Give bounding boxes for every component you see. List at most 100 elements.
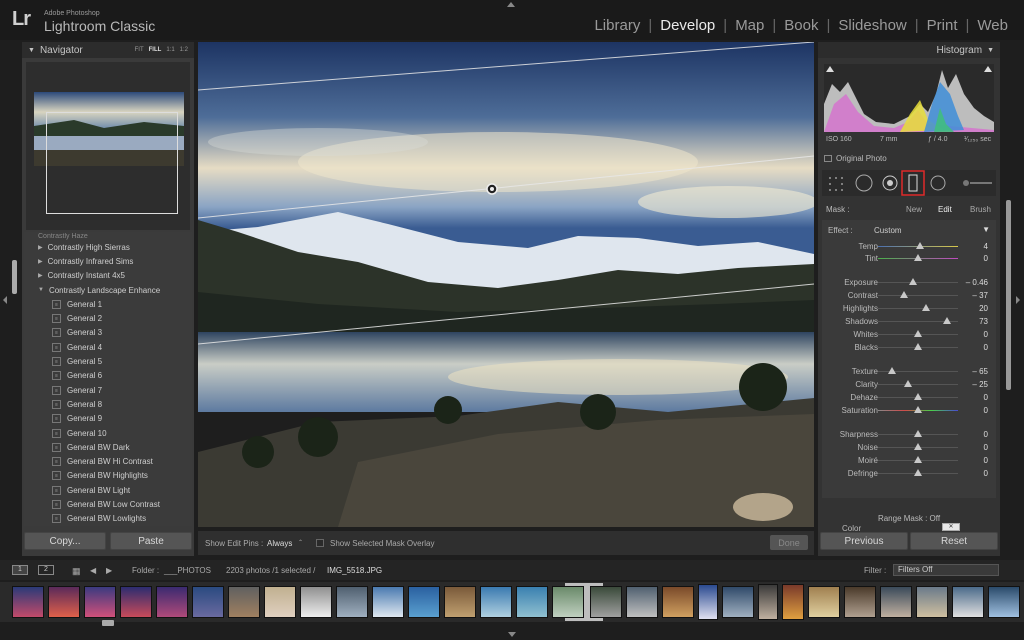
filmstrip-thumbnail[interactable]: [120, 586, 152, 618]
filmstrip-thumbnail[interactable]: [782, 584, 804, 620]
slider-value[interactable]: 0: [984, 393, 988, 402]
filmstrip-thumbnail[interactable]: [722, 586, 754, 618]
copy-button[interactable]: Copy...: [24, 532, 106, 550]
filmstrip-thumbnail[interactable]: [48, 586, 80, 618]
zoom-1-2[interactable]: 1:2: [180, 47, 188, 53]
filmstrip-thumbnail[interactable]: [952, 586, 984, 618]
page-1-button[interactable]: 1: [12, 565, 28, 575]
slider-knob[interactable]: [909, 278, 918, 285]
spot-removal-icon[interactable]: [852, 172, 874, 194]
filter-select[interactable]: Filters Off: [893, 564, 999, 576]
preset-item[interactable]: ≡ General BW Hi Contrast: [24, 454, 192, 468]
filmstrip-thumbnail[interactable]: [916, 586, 948, 618]
effect-select[interactable]: Custom: [874, 226, 902, 235]
filmstrip-thumbnail[interactable]: [662, 586, 694, 618]
filmstrip-thumbnail[interactable]: [480, 586, 512, 618]
slider-exposure[interactable]: Exposure – 0.46: [822, 276, 996, 288]
preset-item[interactable]: ≡ General 5: [24, 354, 192, 368]
slider-knob[interactable]: [914, 443, 922, 450]
slider-contrast[interactable]: Contrast – 37: [822, 289, 996, 301]
slider-value[interactable]: 0: [984, 254, 988, 263]
done-button[interactable]: Done: [770, 535, 808, 550]
preset-item[interactable]: ≡ General 8: [24, 397, 192, 411]
preset-item[interactable]: ≡ General 3: [24, 326, 192, 340]
slider-knob[interactable]: [914, 254, 922, 261]
filmstrip-thumbnail[interactable]: [156, 586, 188, 618]
preset-item[interactable]: ≡ General 1: [24, 297, 192, 311]
slider-value[interactable]: 0: [984, 456, 988, 465]
filename-select[interactable]: IMG_5518.JPG: [327, 566, 382, 575]
preset-item[interactable]: ≡ General BW Low Contrast: [24, 497, 192, 511]
module-map[interactable]: Map: [727, 17, 772, 34]
filmstrip-thumbnail[interactable]: [758, 584, 778, 620]
preset-folder[interactable]: ▶ Contrastly Instant 4x5: [24, 269, 192, 283]
mask-brush-button[interactable]: Brush: [970, 205, 991, 214]
slider-value[interactable]: 4: [984, 242, 988, 251]
module-web[interactable]: Web: [969, 17, 1016, 34]
slider-value[interactable]: 20: [979, 304, 988, 313]
radial-filter-icon[interactable]: [928, 172, 950, 194]
filmstrip-thumbnail[interactable]: [84, 586, 116, 618]
navigator-header[interactable]: ▼ Navigator FIT FILL 1:1 1:2: [22, 42, 194, 58]
preset-item[interactable]: ≡ General 6: [24, 369, 192, 383]
slider-temp[interactable]: Temp 4: [822, 240, 996, 252]
preset-item[interactable]: ≡ General 7: [24, 383, 192, 397]
slider-track[interactable]: [878, 384, 958, 385]
slider-knob[interactable]: [922, 304, 930, 311]
slider-knob[interactable]: [914, 406, 922, 413]
red-eye-icon[interactable]: [878, 172, 900, 194]
filmstrip-thumbnail[interactable]: [552, 586, 584, 618]
right-panel-scrollbar[interactable]: [1006, 200, 1011, 390]
arrow-right-icon[interactable]: ▶: [106, 566, 112, 575]
slider-track[interactable]: [878, 308, 958, 309]
adjustment-brush-icon[interactable]: [954, 172, 994, 194]
slider-shadows[interactable]: Shadows 73: [822, 315, 996, 327]
preset-item[interactable]: ≡ General BW Light: [24, 483, 192, 497]
preset-item[interactable]: ≡ General 4: [24, 340, 192, 354]
slider-track[interactable]: [878, 282, 958, 283]
collapse-top-arrow-icon[interactable]: [507, 2, 515, 7]
preset-item[interactable]: ≡ General BW Highlights: [24, 469, 192, 483]
filmstrip-thumbnail[interactable]: [880, 586, 912, 618]
original-photo-toggle[interactable]: Original Photo: [824, 154, 887, 163]
filmstrip-thumbnail[interactable]: [590, 586, 622, 618]
filmstrip-thumbnail[interactable]: [12, 586, 44, 618]
preset-folder[interactable]: ▶ Contrastly Infrared Sims: [24, 254, 192, 268]
main-photo[interactable]: [198, 42, 814, 527]
module-library[interactable]: Library: [586, 17, 648, 34]
shadow-clip-icon[interactable]: [826, 66, 834, 72]
filmstrip-thumbnail[interactable]: [808, 586, 840, 618]
slider-knob[interactable]: [914, 393, 922, 400]
slider-knob[interactable]: [914, 456, 922, 463]
zoom-fit[interactable]: FIT: [135, 47, 144, 53]
range-mask-select[interactable]: Range Mask : Off: [822, 514, 996, 528]
mask-new-button[interactable]: New: [906, 205, 922, 214]
filmstrip-thumbnail[interactable]: [228, 586, 260, 618]
triangle-down-icon[interactable]: ▼: [982, 225, 990, 234]
preset-folder[interactable]: ▶ Contrastly High Sierras: [24, 240, 192, 254]
filmstrip-thumbnail[interactable]: [264, 586, 296, 618]
slider-knob[interactable]: [915, 242, 924, 249]
left-panel-handle[interactable]: [12, 260, 17, 294]
slider-knob[interactable]: [903, 380, 912, 387]
arrow-left-icon[interactable]: ◀: [90, 566, 96, 575]
highlight-clip-icon[interactable]: [984, 66, 992, 72]
mask-edit-button[interactable]: Edit: [938, 205, 952, 214]
slider-noise[interactable]: Noise 0: [822, 441, 996, 453]
preset-item[interactable]: ≡ General BW Dark: [24, 440, 192, 454]
filmstrip-thumbnail[interactable]: [698, 584, 718, 620]
preset-item[interactable]: ≡ General 2: [24, 311, 192, 325]
slider-knob[interactable]: [914, 430, 922, 437]
slider-knob[interactable]: [887, 367, 896, 374]
slider-whites[interactable]: Whites 0: [822, 328, 996, 340]
filmstrip-thumbnail[interactable]: [300, 586, 332, 618]
slider-value[interactable]: 0: [984, 406, 988, 415]
filmstrip-thumbnail[interactable]: [626, 586, 658, 618]
histogram[interactable]: [824, 64, 994, 132]
zoom-fill[interactable]: FILL: [149, 47, 162, 53]
slider-track[interactable]: [878, 295, 958, 296]
slider-value[interactable]: – 25: [972, 380, 988, 389]
filmstrip-thumbnail[interactable]: [408, 586, 440, 618]
collapse-bottom-arrow-icon[interactable]: [508, 632, 516, 637]
slider-highlights[interactable]: Highlights 20: [822, 302, 996, 314]
